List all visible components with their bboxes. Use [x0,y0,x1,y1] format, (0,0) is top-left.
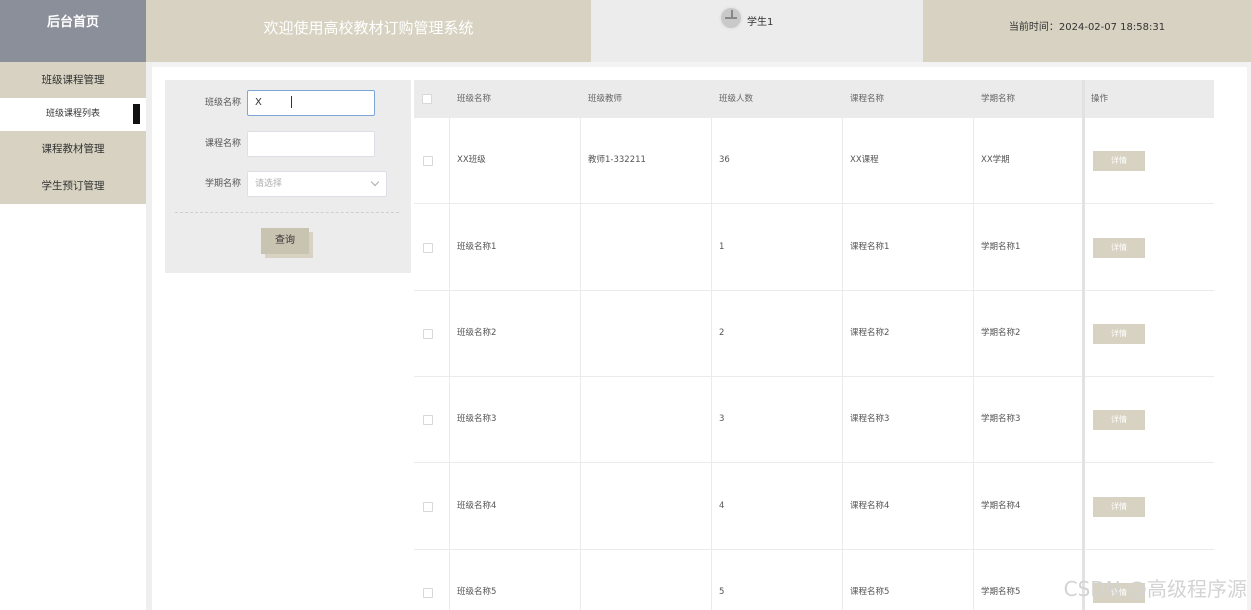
cell-class-name: 班级名称4 [457,501,497,511]
watermark: CSDN @高级程序源 [1063,577,1247,601]
cell-class-name: 班级名称3 [457,414,497,424]
col-header-course: 课程名称 [850,94,885,104]
detail-button[interactable]: 详情 [1093,497,1145,517]
sidebar: 班级课程管理 班级课程列表 课程教材管理 学生预订管理 [0,62,146,610]
cell-course: 课程名称5 [850,587,890,597]
table-row: 班级名称1 1 课程名称1 学期名称1 详情 [414,205,1214,291]
cell-course: 课程名称2 [850,328,890,338]
term-label: 学期名称 [204,179,241,189]
cell-course: 课程名称4 [850,501,890,511]
cell-class-name: XX班级 [457,155,486,165]
row-checkbox[interactable] [423,156,433,166]
course-name-row: 课程名称 [165,131,411,157]
col-header-class-name: 班级名称 [457,94,492,104]
table-row: 班级名称2 2 课程名称2 学期名称2 详情 [414,291,1214,377]
term-placeholder: 请选择 [255,179,283,189]
cell-count: 4 [719,501,725,511]
class-name-row: 班级名称 X [165,90,411,116]
search-form: 班级名称 X 课程名称 学期名称 请选择 查询 [165,80,411,273]
cell-count: 2 [719,328,725,338]
detail-button[interactable]: 详情 [1093,151,1145,171]
cell-course: XX课程 [850,155,879,165]
form-divider [175,212,399,213]
data-table: 班级名称 班级教师 班级人数 课程名称 学期名称 操作 XX班级 教师1-332… [414,80,1214,610]
row-checkbox[interactable] [423,502,433,512]
course-name-input[interactable] [247,131,375,157]
fixed-column-shadow [1082,80,1085,610]
sidebar-item-label: 班级课程列表 [45,109,100,119]
cell-course: 课程名称1 [850,242,890,252]
cell-term: 学期名称5 [981,587,1021,597]
time-label: 当前时间： [1008,22,1059,33]
user-area[interactable]: 学生1 [591,0,923,62]
row-checkbox[interactable] [423,329,433,339]
cell-term: XX学期 [981,155,1010,165]
table-row: 班级名称4 4 课程名称4 学期名称4 详情 [414,464,1214,550]
column-divider [973,118,974,610]
detail-button[interactable]: 详情 [1093,238,1145,258]
query-button[interactable]: 查询 [261,228,309,254]
sidebar-item-student-booking-mgmt[interactable]: 学生预订管理 [0,168,146,204]
col-header-count: 班级人数 [719,94,754,104]
brand-home-link[interactable]: 后台首页 [0,0,146,62]
column-divider [711,118,712,610]
col-header-action: 操作 [1091,94,1109,104]
cell-term: 学期名称3 [981,414,1021,424]
col-header-teacher: 班级教师 [588,94,623,104]
chevron-down-icon [370,177,380,187]
sidebar-item-class-course-list[interactable]: 班级课程列表 [0,98,146,131]
cell-term: 学期名称4 [981,501,1021,511]
username[interactable]: 学生1 [747,13,773,28]
term-row: 学期名称 请选择 [165,171,411,197]
cell-class-name: 班级名称5 [457,587,497,597]
cell-count: 3 [719,414,725,424]
table-row: XX班级 教师1-332211 36 XX课程 XX学期 详情 [414,118,1214,204]
text-cursor-icon [291,96,292,108]
class-name-label: 班级名称 [204,98,241,108]
class-name-input[interactable]: X [247,90,375,116]
time-value: 2024-02-07 18:58:31 [1058,22,1166,33]
cell-term: 学期名称2 [981,328,1021,338]
class-name-value: X [255,97,262,108]
row-checkbox[interactable] [423,243,433,253]
cell-teacher: 教师1-332211 [588,155,646,165]
cell-term: 学期名称1 [981,242,1021,252]
cell-class-name: 班级名称1 [457,242,497,252]
sidebar-item-course-textbook-mgmt[interactable]: 课程教材管理 [0,131,146,168]
cell-count: 36 [719,155,730,165]
row-checkbox[interactable] [423,588,433,598]
column-divider [842,118,843,610]
content-panel: 班级名称 X 课程名称 学期名称 请选择 查询 班级名称 班级教师 班级人数 课… [152,67,1247,610]
col-header-term: 学期名称 [981,94,1016,104]
user-avatar-icon[interactable] [719,6,743,30]
row-checkbox[interactable] [423,415,433,425]
detail-button[interactable]: 详情 [1093,410,1145,430]
detail-button[interactable]: 详情 [1093,324,1145,344]
cell-count: 1 [719,242,725,252]
cell-course: 课程名称3 [850,414,890,424]
course-name-label: 课程名称 [204,139,241,149]
sidebar-item-class-course-mgmt[interactable]: 班级课程管理 [0,62,146,98]
system-title: 欢迎使用高校教材订购管理系统 [146,0,591,62]
current-time: 当前时间：2024-02-07 18:58:31 [923,0,1251,62]
table-row: 班级名称3 3 课程名称3 学期名称3 详情 [414,377,1214,463]
cell-count: 5 [719,587,725,597]
main-area: 班级名称 X 课程名称 学期名称 请选择 查询 班级名称 班级教师 班级人数 课… [152,62,1251,610]
column-divider [449,118,450,610]
column-divider [580,118,581,610]
active-indicator [133,104,140,124]
table-header: 班级名称 班级教师 班级人数 课程名称 学期名称 操作 [414,80,1214,118]
term-select[interactable]: 请选择 [247,171,387,197]
select-all-checkbox[interactable] [422,94,432,104]
cell-class-name: 班级名称2 [457,328,497,338]
